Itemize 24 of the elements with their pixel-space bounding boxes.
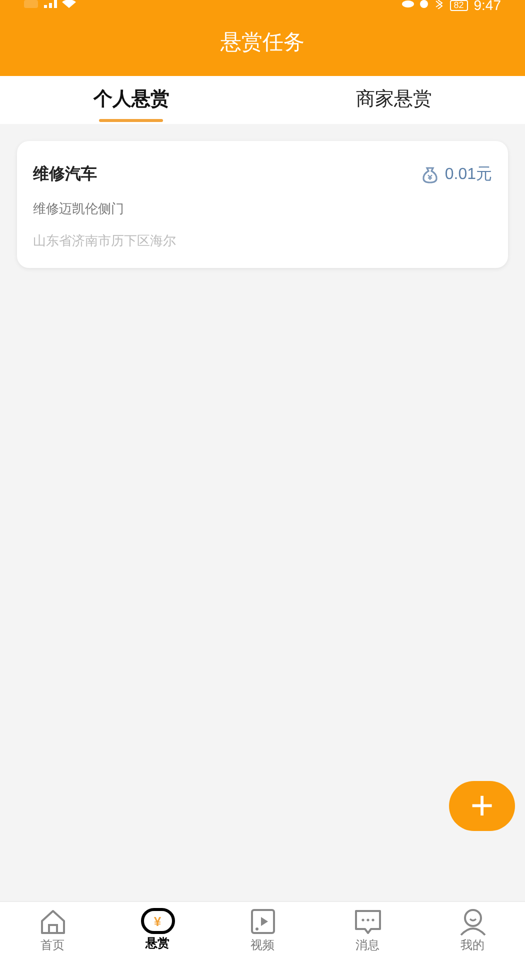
nav-item[interactable]: 视频: [210, 902, 315, 953]
reward-amount: 0.01元: [444, 165, 492, 185]
task-address: 山东省济南市历下区海尔: [33, 232, 177, 250]
home-icon: [38, 908, 66, 936]
nav-item[interactable]: ¥ 悬赏: [105, 902, 210, 953]
money-bag-icon: [420, 166, 439, 184]
task-description: 维修迈凯伦侧门: [33, 200, 125, 218]
page-title: 悬赏任务: [220, 30, 304, 56]
coin-icon: ¥: [140, 908, 174, 934]
person-icon: [458, 908, 486, 936]
task-card[interactable]: 维修汽车 0.01元 维修迈凯伦侧门 山东省济南市历下区海尔: [17, 141, 508, 268]
signal-icon: [24, 0, 76, 9]
task-title: 维修汽车: [33, 164, 97, 185]
nav-item[interactable]: 我的: [420, 902, 525, 953]
status-time: 9:47: [474, 0, 501, 10]
tab[interactable]: 商家悬赏: [262, 76, 525, 124]
tab-indicator: [99, 119, 164, 122]
status-icons: [402, 0, 444, 9]
nav-item[interactable]: 首页: [0, 902, 105, 953]
tab[interactable]: 个人悬赏: [0, 76, 262, 124]
battery-level: 82: [450, 0, 468, 11]
nav-item[interactable]: 消息: [315, 902, 420, 953]
chat-icon: [354, 908, 382, 936]
video-icon: [248, 908, 276, 936]
